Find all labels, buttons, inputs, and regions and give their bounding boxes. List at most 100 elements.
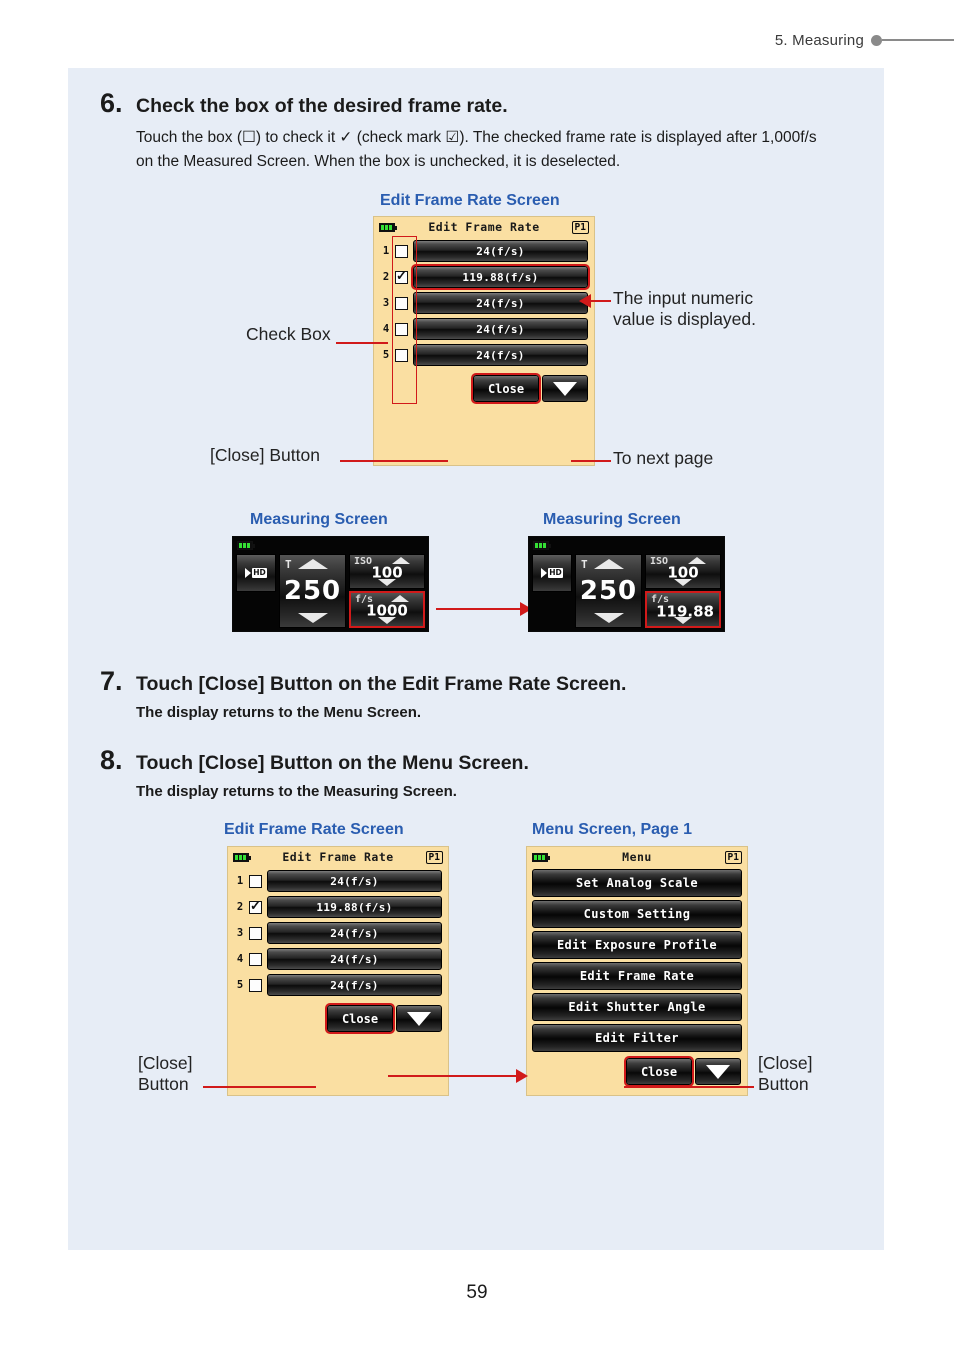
annotation-check-box: Check Box [246, 324, 331, 344]
frame-rate-row[interactable]: 3 24(f/s) [380, 292, 588, 314]
menu-item-edit-shutter-angle[interactable]: Edit Shutter Angle [532, 993, 742, 1021]
frame-rate-value-button[interactable]: 24(f/s) [267, 870, 442, 892]
step-7-number: 7. [100, 666, 123, 696]
frame-rate-value-button[interactable]: 119.88(f/s) [267, 896, 442, 918]
frame-rate-value-button[interactable]: 24(f/s) [267, 922, 442, 944]
row-index: 3 [382, 297, 390, 309]
close-button[interactable]: Close [325, 1003, 395, 1034]
triangle-down-icon [706, 1064, 730, 1079]
page-number: 59 [466, 1282, 488, 1303]
iso-cell[interactable]: ISO 100 [349, 554, 425, 589]
frame-rate-value-button[interactable]: 24(f/s) [413, 344, 588, 366]
step-8-body: The display returns to the Measuring Scr… [136, 783, 457, 801]
row-checkbox[interactable] [249, 874, 262, 888]
play-triangle-icon [541, 568, 548, 578]
device-title: Edit Frame Rate [282, 850, 394, 864]
frame-rate-row[interactable]: 4 24(f/s) [234, 948, 442, 970]
row-checkbox[interactable] [249, 926, 262, 940]
close-button[interactable]: Close [471, 373, 541, 404]
iso-cell[interactable]: ISO 100 [645, 554, 721, 589]
chevron-up-icon[interactable] [593, 559, 624, 569]
frame-rate-row[interactable]: 2 119.88(f/s) [380, 264, 590, 290]
frame-rate-value-button[interactable]: 119.88(f/s) [411, 264, 590, 290]
shutter-column[interactable]: T 250 [575, 554, 642, 628]
frame-rate-value-button[interactable]: 24(f/s) [267, 974, 442, 996]
battery-icon [533, 541, 551, 550]
t-value: 250 [579, 576, 638, 606]
menu-item-set-analog-scale[interactable]: Set Analog Scale [532, 869, 742, 897]
frame-rate-row[interactable]: 1 24(f/s) [380, 240, 588, 262]
row-checkbox[interactable] [395, 296, 408, 310]
frame-rate-value-button[interactable]: 24(f/s) [413, 292, 588, 314]
row-index: 3 [236, 927, 244, 939]
measuring-screen-after[interactable]: HD T 250 ISO 100 f/s 119.88 [528, 536, 725, 632]
row-index: 2 [382, 271, 390, 283]
fps-cell[interactable]: f/s 119.88 [645, 591, 721, 628]
row-index: 1 [236, 875, 244, 887]
chevron-down-icon[interactable] [593, 613, 624, 623]
leader-bottom-transition [388, 1075, 518, 1077]
annotation-close-button-bottom-left: [Close] Button [138, 1053, 193, 1095]
next-page-button[interactable] [695, 1058, 741, 1085]
row-checkbox[interactable] [249, 952, 262, 966]
shutter-column[interactable]: T 250 [279, 554, 346, 628]
frame-rate-value-button[interactable]: 24(f/s) [267, 948, 442, 970]
leader-close-button-bottom-right [624, 1086, 754, 1088]
hd-video-icon[interactable]: HD [532, 554, 572, 592]
row-checkbox[interactable] [395, 244, 408, 258]
row-checkbox[interactable] [395, 322, 408, 336]
menu-item-edit-exposure-profile[interactable]: Edit Exposure Profile [532, 931, 742, 959]
device-footer: Close [374, 372, 594, 407]
menu-item-edit-frame-rate[interactable]: Edit Frame Rate [532, 962, 742, 990]
right-column: ISO 100 f/s 1000 [349, 554, 425, 628]
frame-rate-row[interactable]: 2 119.88(f/s) [234, 896, 442, 918]
measuring-screen-before[interactable]: HD T 250 ISO 100 f/s 1000 [232, 536, 429, 632]
step-7: 7. Touch [Close] Button on the Edit Fram… [100, 668, 840, 725]
annotation-close-button-bottom-right: [Close] Button [758, 1053, 813, 1095]
chevron-down-icon[interactable] [674, 617, 692, 624]
hd-video-icon[interactable]: HD [236, 554, 276, 592]
step-8-heading: 8. Touch [Close] Button on the Menu Scre… [100, 747, 840, 775]
t-label: T [581, 558, 588, 571]
next-page-button[interactable] [396, 1005, 442, 1032]
chevron-up-icon[interactable] [297, 559, 328, 569]
row-checkbox[interactable] [249, 898, 262, 914]
frame-rate-row[interactable]: 5 24(f/s) [380, 344, 588, 366]
step-8: 8. Touch [Close] Button on the Menu Scre… [100, 747, 840, 804]
menu-item-custom-setting[interactable]: Custom Setting [532, 900, 742, 928]
chevron-down-icon[interactable] [674, 579, 692, 586]
edit-frame-rate-screen-top[interactable]: Edit Frame Rate P1 1 24(f/s) 2 119.88(f/… [373, 216, 595, 466]
edit-frame-rate-screen-bottom[interactable]: Edit Frame Rate P1 1 24(f/s) 2 119.88(f/… [227, 846, 449, 1096]
fps-cell[interactable]: f/s 1000 [349, 591, 425, 628]
device-footer: Close [228, 1002, 448, 1037]
row-index: 1 [382, 245, 390, 257]
play-triangle-icon [245, 568, 252, 578]
chevron-down-icon[interactable] [378, 617, 396, 624]
step-6-heading: 6. Check the box of the desired frame ra… [100, 90, 840, 118]
row-checkbox[interactable] [395, 348, 408, 362]
frame-rate-value-button[interactable]: 24(f/s) [413, 240, 588, 262]
close-button[interactable]: Close [624, 1056, 694, 1087]
caption-edit-frame-rate-screen-top: Edit Frame Rate Screen [380, 192, 560, 209]
chevron-down-icon[interactable] [378, 579, 396, 586]
step-6: 6. Check the box of the desired frame ra… [100, 90, 840, 174]
row-checkbox[interactable] [395, 268, 408, 284]
frame-rate-row[interactable]: 4 24(f/s) [380, 318, 588, 340]
frame-rate-row[interactable]: 5 24(f/s) [234, 974, 442, 996]
row-checkbox[interactable] [249, 978, 262, 992]
step-8-title: Touch [Close] Button on the Menu Screen. [136, 752, 529, 774]
chevron-down-icon[interactable] [297, 613, 328, 623]
mode-column: HD [236, 554, 276, 628]
step-6-body: Touch the box (☐) to check it ✓ (check m… [136, 129, 817, 170]
device-titlebar: Menu P1 [527, 847, 747, 867]
frame-rate-value-button[interactable]: 24(f/s) [413, 318, 588, 340]
next-page-button[interactable] [542, 375, 588, 402]
menu-item-edit-filter[interactable]: Edit Filter [532, 1024, 742, 1052]
triangle-down-icon [407, 1011, 431, 1026]
right-column: ISO 100 f/s 119.88 [645, 554, 721, 628]
chapter-label: 5. Measuring [774, 31, 864, 49]
frame-rate-row[interactable]: 3 24(f/s) [234, 922, 442, 944]
frame-rate-row[interactable]: 1 24(f/s) [234, 870, 442, 892]
menu-screen-page1[interactable]: Menu P1 Set Analog Scale Custom Setting … [526, 846, 748, 1096]
hd-glyph: HD [541, 568, 563, 578]
